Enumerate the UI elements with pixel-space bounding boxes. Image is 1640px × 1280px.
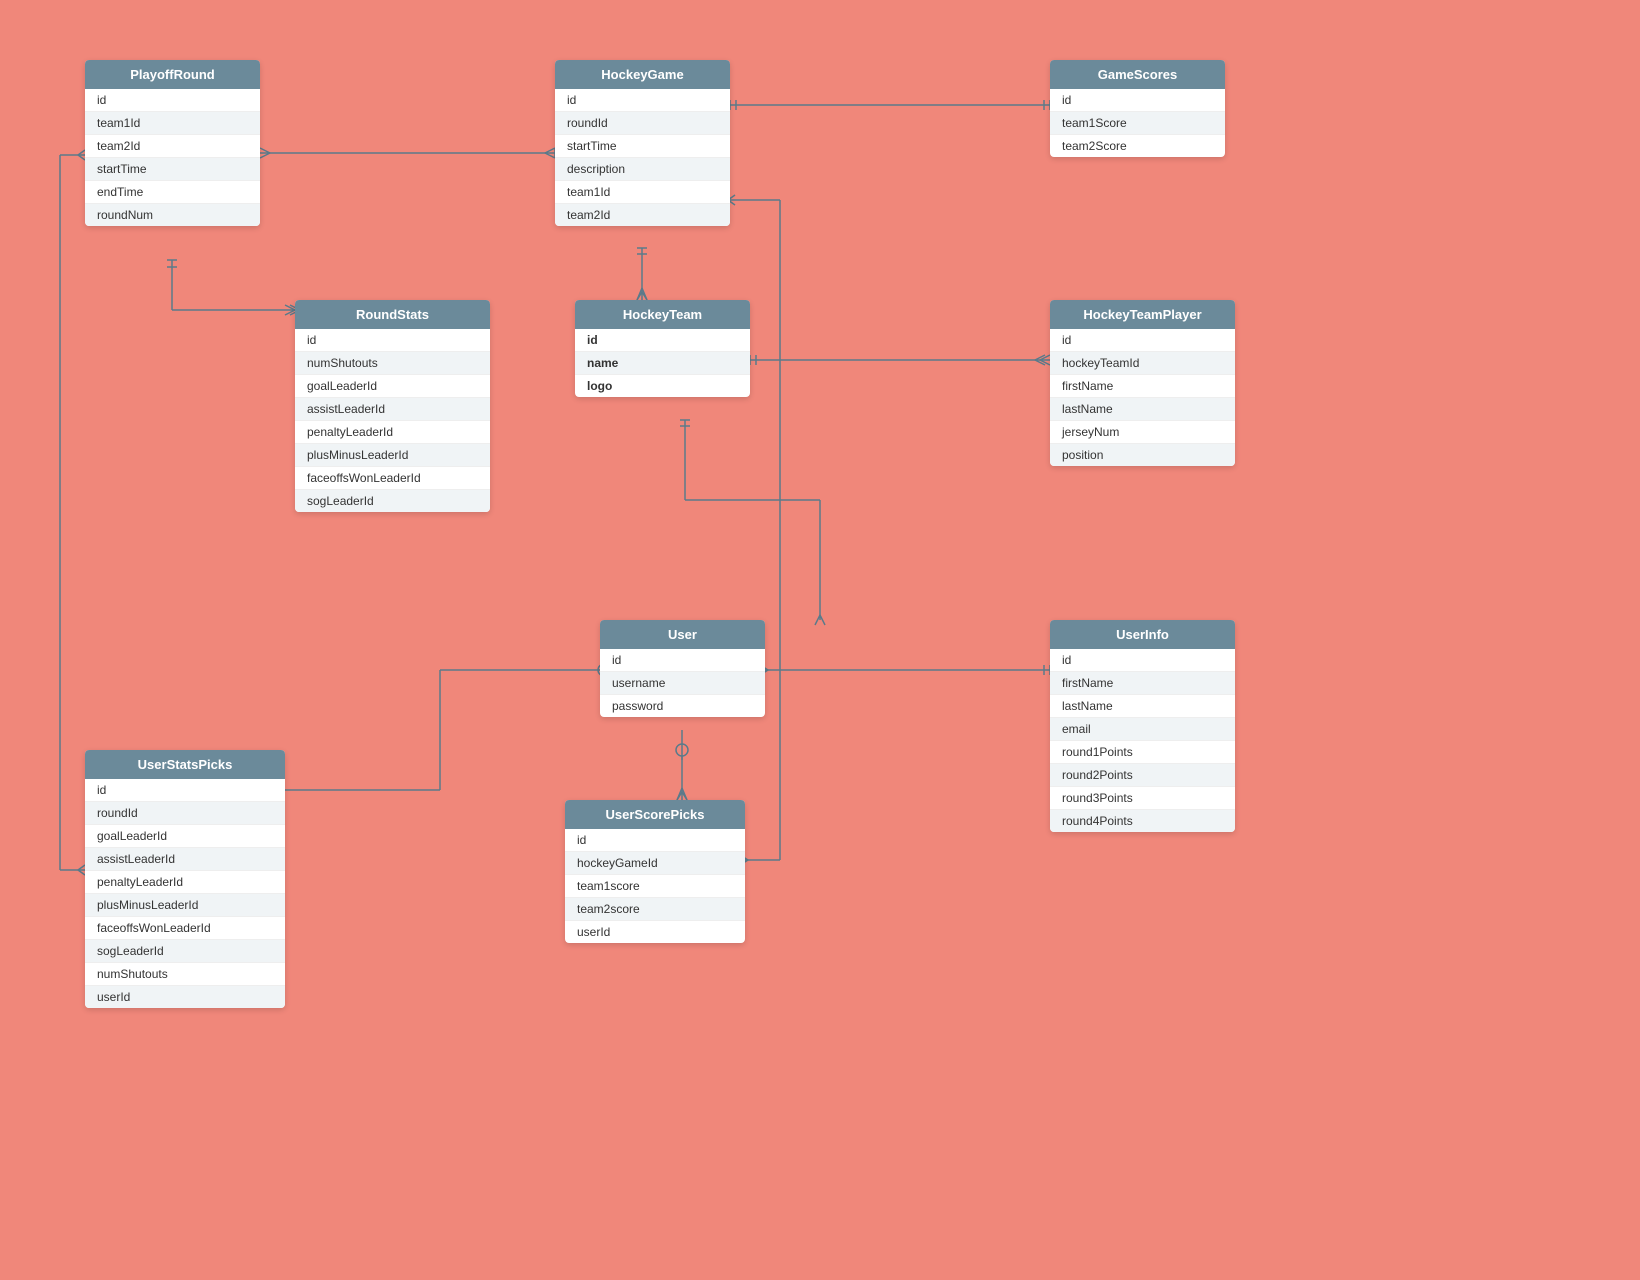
table-header-PlayoffRound: PlayoffRound: [85, 60, 260, 89]
field-numShutouts: numShutouts: [295, 352, 490, 375]
table-header-UserStatsPicks: UserStatsPicks: [85, 750, 285, 779]
field-roundNum: roundNum: [85, 204, 260, 226]
table-UserStatsPicks: UserStatsPicks id roundId goalLeaderId a…: [85, 750, 285, 1008]
table-header-HockeyGame: HockeyGame: [555, 60, 730, 89]
field-jerseyNum: jerseyNum: [1050, 421, 1235, 444]
field-team1Score: team1Score: [1050, 112, 1225, 135]
table-header-UserInfo: UserInfo: [1050, 620, 1235, 649]
field-goalLeaderId: goalLeaderId: [85, 825, 285, 848]
table-RoundStats: RoundStats id numShutouts goalLeaderId a…: [295, 300, 490, 512]
field-faceoffsWonLeaderId: faceoffsWonLeaderId: [85, 917, 285, 940]
field-id: id: [1050, 89, 1225, 112]
table-GameScores: GameScores id team1Score team2Score: [1050, 60, 1225, 157]
table-HockeyGame: HockeyGame id roundId startTime descript…: [555, 60, 730, 226]
field-team2Score: team2Score: [1050, 135, 1225, 157]
table-User: User id username password: [600, 620, 765, 717]
field-plusMinusLeaderId: plusMinusLeaderId: [295, 444, 490, 467]
field-team2Id: team2Id: [555, 204, 730, 226]
field-userId: userId: [565, 921, 745, 943]
field-password: password: [600, 695, 765, 717]
field-team1score: team1score: [565, 875, 745, 898]
field-assistLeaderId: assistLeaderId: [85, 848, 285, 871]
table-header-UserScorePicks: UserScorePicks: [565, 800, 745, 829]
field-email: email: [1050, 718, 1235, 741]
field-description: description: [555, 158, 730, 181]
field-id: id: [1050, 329, 1235, 352]
field-assistLeaderId: assistLeaderId: [295, 398, 490, 421]
field-id: id: [85, 779, 285, 802]
field-id: id: [565, 829, 745, 852]
table-header-User: User: [600, 620, 765, 649]
field-team1Id: team1Id: [555, 181, 730, 204]
field-team2Id: team2Id: [85, 135, 260, 158]
field-hockeyTeamId: hockeyTeamId: [1050, 352, 1235, 375]
field-username: username: [600, 672, 765, 695]
field-round4Points: round4Points: [1050, 810, 1235, 832]
field-sogLeaderId: sogLeaderId: [295, 490, 490, 512]
field-id: id: [85, 89, 260, 112]
field-firstName: firstName: [1050, 672, 1235, 695]
field-team1Id: team1Id: [85, 112, 260, 135]
table-header-HockeyTeamPlayer: HockeyTeamPlayer: [1050, 300, 1235, 329]
field-id: id: [1050, 649, 1235, 672]
field-position: position: [1050, 444, 1235, 466]
field-plusMinusLeaderId: plusMinusLeaderId: [85, 894, 285, 917]
field-goalLeaderId: goalLeaderId: [295, 375, 490, 398]
field-round3Points: round3Points: [1050, 787, 1235, 810]
field-numShutouts: numShutouts: [85, 963, 285, 986]
field-sogLeaderId: sogLeaderId: [85, 940, 285, 963]
field-team2score: team2score: [565, 898, 745, 921]
field-roundId: roundId: [85, 802, 285, 825]
field-id: id: [555, 89, 730, 112]
table-HockeyTeamPlayer: HockeyTeamPlayer id hockeyTeamId firstNa…: [1050, 300, 1235, 466]
field-roundId: roundId: [555, 112, 730, 135]
field-lastName: lastName: [1050, 695, 1235, 718]
field-userId: userId: [85, 986, 285, 1008]
field-id: id: [575, 329, 750, 352]
field-logo: logo: [575, 375, 750, 397]
field-faceoffsWonLeaderId: faceoffsWonLeaderId: [295, 467, 490, 490]
field-round2Points: round2Points: [1050, 764, 1235, 787]
table-header-GameScores: GameScores: [1050, 60, 1225, 89]
diagram-container: PlayoffRound id team1Id team2Id startTim…: [0, 0, 1640, 1280]
table-PlayoffRound: PlayoffRound id team1Id team2Id startTim…: [85, 60, 260, 226]
table-HockeyTeam: HockeyTeam id name logo: [575, 300, 750, 397]
field-id: id: [295, 329, 490, 352]
table-UserScorePicks: UserScorePicks id hockeyGameId team1scor…: [565, 800, 745, 943]
field-round1Points: round1Points: [1050, 741, 1235, 764]
field-hockeyGameId: hockeyGameId: [565, 852, 745, 875]
table-header-RoundStats: RoundStats: [295, 300, 490, 329]
field-name: name: [575, 352, 750, 375]
field-penaltyLeaderId: penaltyLeaderId: [295, 421, 490, 444]
table-UserInfo: UserInfo id firstName lastName email rou…: [1050, 620, 1235, 832]
field-endTime: endTime: [85, 181, 260, 204]
table-header-HockeyTeam: HockeyTeam: [575, 300, 750, 329]
field-penaltyLeaderId: penaltyLeaderId: [85, 871, 285, 894]
field-startTime: startTime: [85, 158, 260, 181]
field-firstName: firstName: [1050, 375, 1235, 398]
field-id: id: [600, 649, 765, 672]
field-startTime: startTime: [555, 135, 730, 158]
field-lastName: lastName: [1050, 398, 1235, 421]
